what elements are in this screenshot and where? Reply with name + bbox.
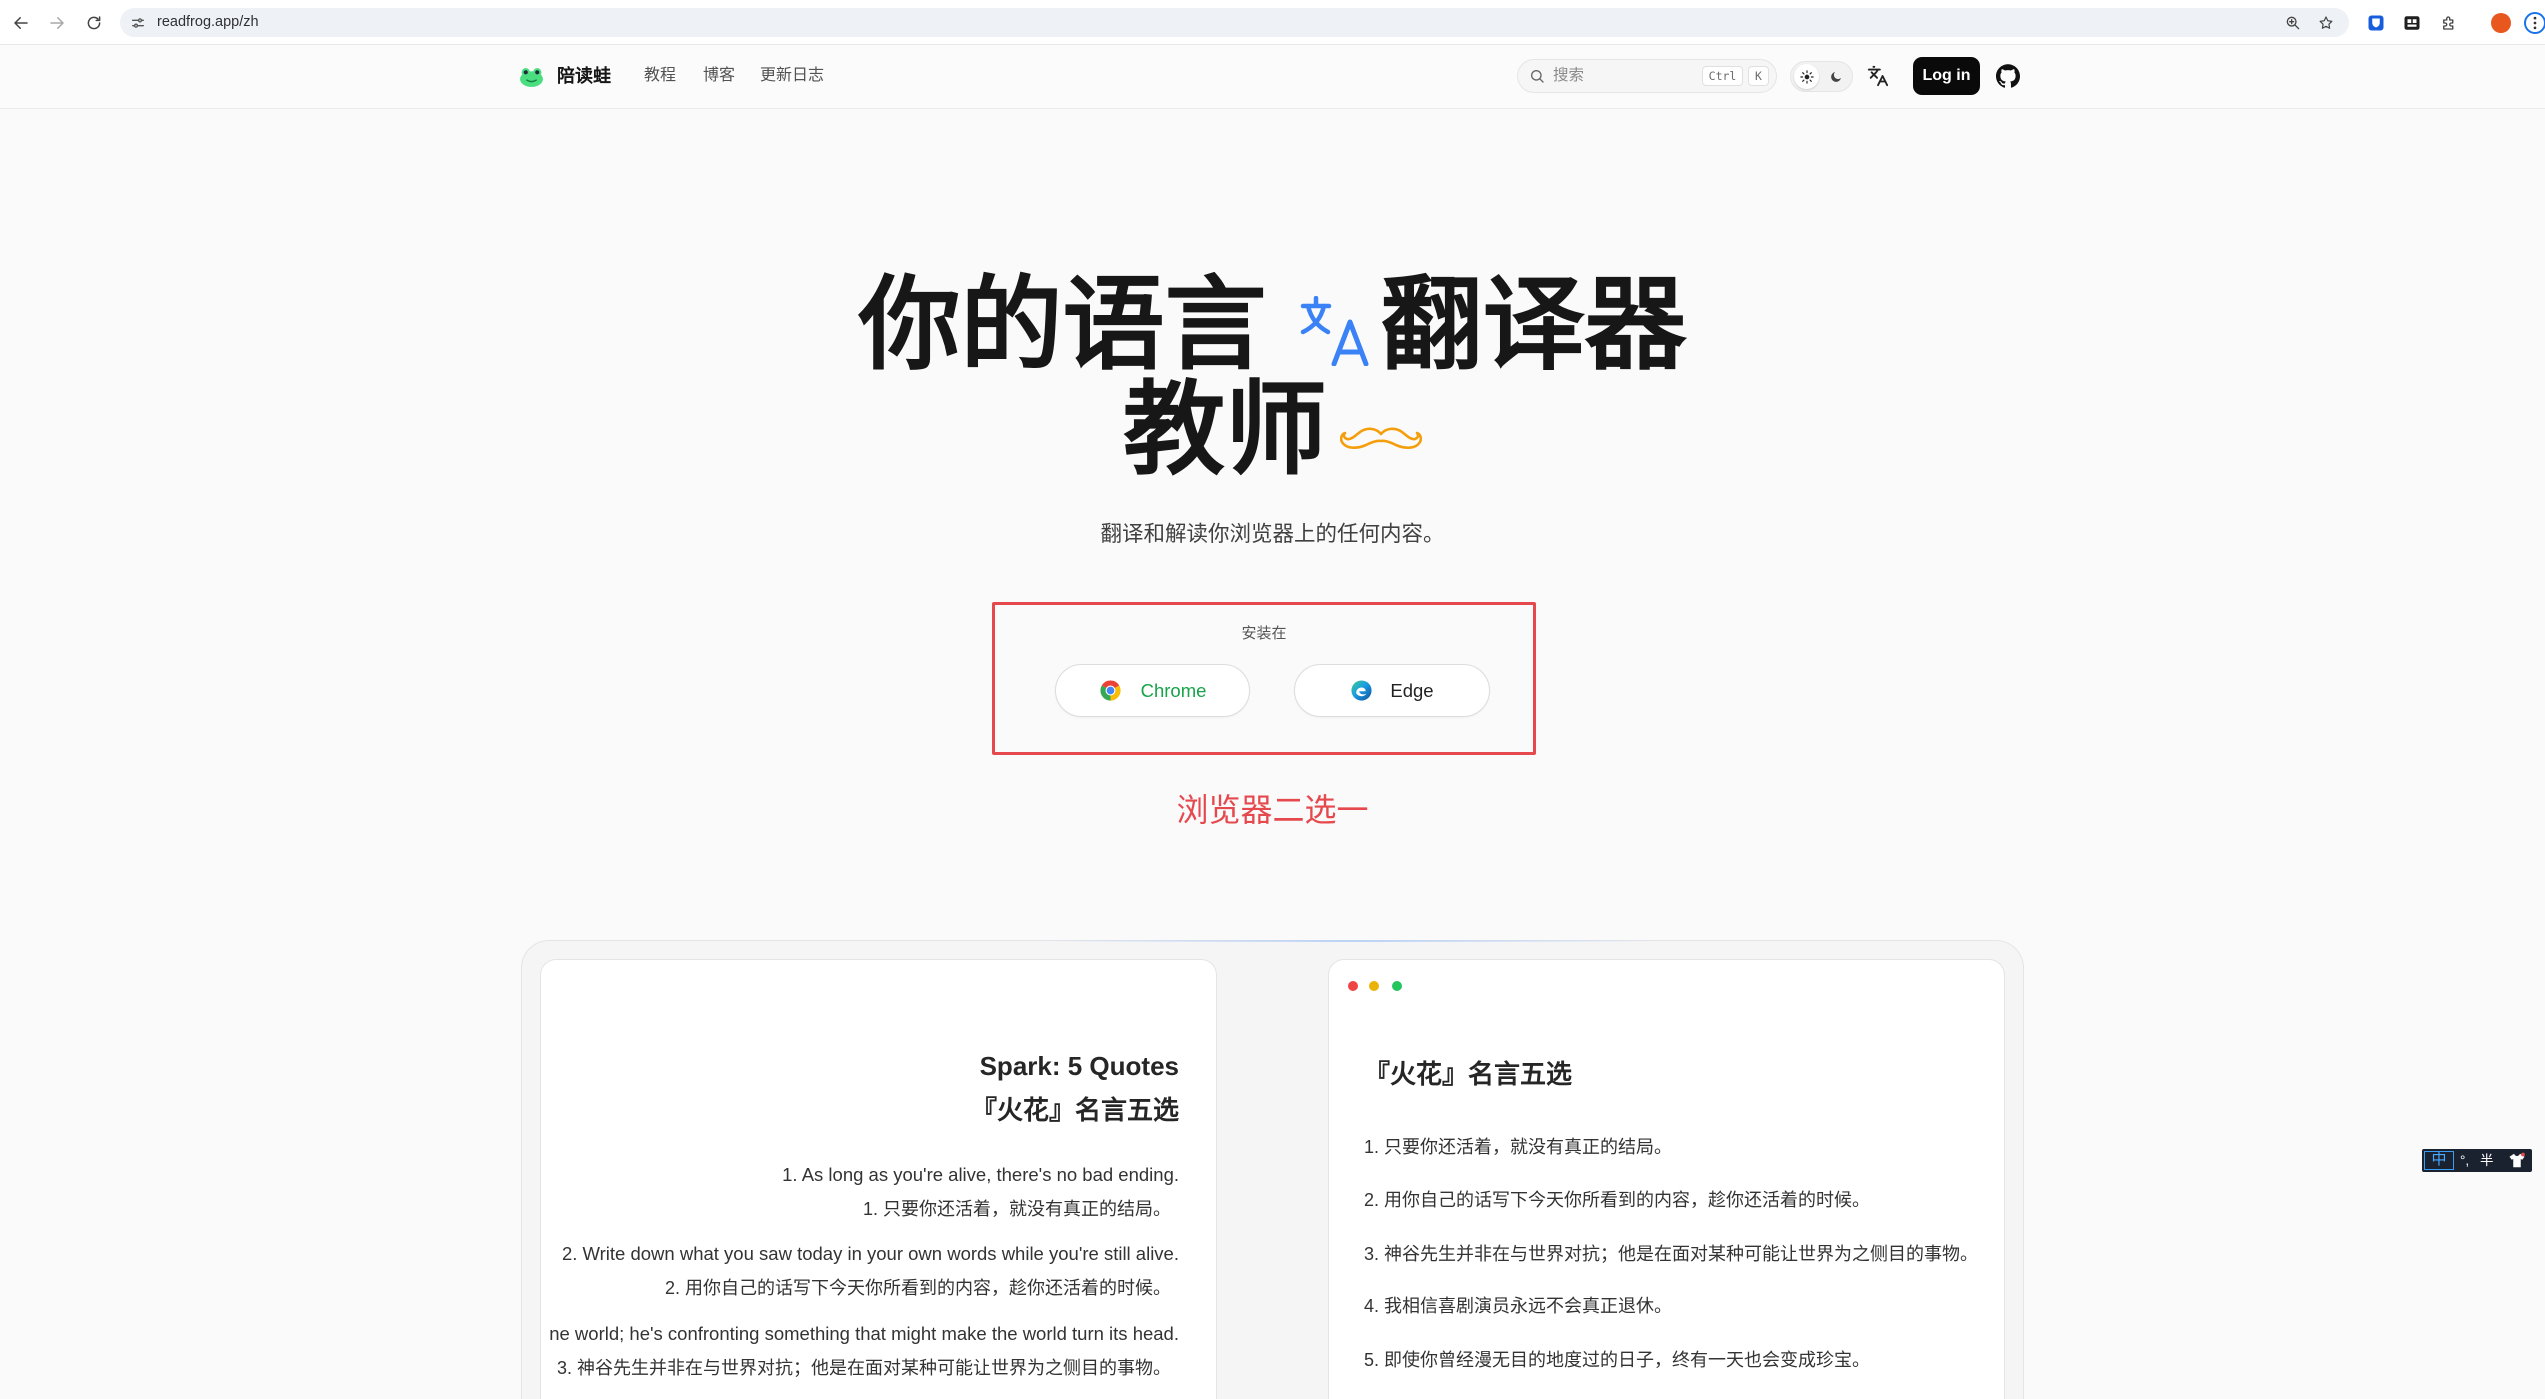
theme-light-option[interactable]: [1794, 64, 1819, 89]
original-line-2-en: 2. Write down what you saw today in your…: [561, 1243, 1179, 1264]
languages-icon[interactable]: [1867, 65, 1889, 87]
demo-card-glow: [1042, 940, 1662, 942]
install-edge-button[interactable]: Edge: [1294, 664, 1490, 717]
forward-icon[interactable]: [48, 14, 66, 32]
ime-punctuation-toggle[interactable]: °,: [2460, 1149, 2469, 1172]
original-line-2-zh: 2. 用你自己的话写下今天你所看到的内容，趁你还活着的时候。: [664, 1278, 1171, 1298]
shortcut-key-k: K: [1748, 66, 1769, 86]
window-close-dot: [1348, 981, 1358, 991]
install-chrome-button[interactable]: Chrome: [1055, 664, 1250, 717]
translated-item-2: 2. 用你自己的话写下今天你所看到的内容，趁你还活着的时候。: [1364, 1190, 1871, 1210]
install-label: 安装在: [1241, 625, 1287, 642]
ime-width-toggle[interactable]: 半: [2480, 1149, 2494, 1172]
translated-item-3: 3. 神谷先生并非在与世界对抗；他是在面对某种可能让世界为之侧目的事物。: [1364, 1244, 1979, 1264]
star-icon[interactable]: [2318, 15, 2334, 31]
extension-icon[interactable]: [2403, 14, 2421, 32]
original-line-3-zh: 3. 神谷先生并非在与世界对抗；他是在面对某种可能让世界为之侧目的事物。: [556, 1358, 1171, 1378]
original-line-3-en: ne world; he's confronting something tha…: [549, 1323, 1179, 1344]
window-minimize-dot: [1369, 981, 1379, 991]
login-button[interactable]: Log in: [1913, 57, 1980, 95]
hero-title-translator: 翻译器: [1380, 268, 1687, 382]
hero-title-your-language: 你的语言: [858, 268, 1267, 382]
browser-toolbar: readfrog.app/zh: [0, 0, 2545, 45]
original-line-1-en: 1. As long as you're alive, there's no b…: [782, 1164, 1179, 1185]
reload-icon[interactable]: [85, 14, 103, 32]
hero-subtitle: 翻译和解读你浏览器上的任何内容。: [1100, 522, 1445, 546]
hero-title-line-2: 教师: [0, 375, 2545, 485]
annotation-choose-browser: 浏览器二选一: [1176, 792, 1369, 828]
nav-link-changelog[interactable]: 更新日志: [760, 63, 824, 89]
translate-icon: [1300, 296, 1368, 366]
ime-mode-toggle[interactable]: 中: [2424, 1151, 2454, 1170]
window-maximize-dot: [1392, 981, 1402, 991]
chrome-logo-icon: [1100, 680, 1121, 701]
original-text-panel: Spark: 5 Quotes 『火花』名言五选 1. As long as y…: [540, 959, 1217, 1399]
search-placeholder: 搜索: [1553, 67, 1585, 84]
ime-skin-icon[interactable]: [2508, 1152, 2526, 1169]
install-section: 安装在 Chrome Edge: [992, 602, 1536, 755]
theme-toggle[interactable]: [1790, 61, 1853, 92]
brand-name[interactable]: 陪读蛙: [557, 63, 611, 89]
translated-item-5: 5. 即使你曾经漫无目的地度过的日子，终有一天也会变成珍宝。: [1364, 1350, 1871, 1370]
edge-label: Edge: [1390, 679, 1434, 701]
translated-item-1: 1. 只要你还活着，就没有真正的结局。: [1364, 1137, 1673, 1157]
search-button[interactable]: 搜索 Ctrl K: [1517, 59, 1777, 93]
original-title-en: Spark: 5 Quotes: [979, 1051, 1179, 1081]
profile-avatar[interactable]: [2491, 13, 2511, 33]
page: readfrog.app/zh 陪读蛙 教程 博客 更新日志 搜索 Ctrl K…: [0, 0, 2545, 1399]
original-line-1-zh: 1. 只要你还活着，就没有真正的结局。: [862, 1199, 1171, 1219]
shortcut-key-ctrl: Ctrl: [1702, 66, 1743, 86]
translated-item-4: 4. 我相信喜剧演员永远不会真正退休。: [1364, 1296, 1673, 1316]
moon-icon[interactable]: [1829, 70, 1843, 84]
edge-logo-icon: [1351, 680, 1372, 701]
translated-text-panel: 『火花』名言五选 1. 只要你还活着，就没有真正的结局。 2. 用你自己的话写下…: [1328, 959, 2005, 1399]
frog-logo-icon[interactable]: [519, 64, 544, 89]
address-url[interactable]: readfrog.app/zh: [157, 8, 259, 37]
site-settings-icon[interactable]: [130, 15, 146, 31]
search-icon: [1529, 68, 1545, 84]
site-header: 陪读蛙 教程 博客 更新日志 搜索 Ctrl K Log in: [0, 45, 2545, 109]
zoom-icon[interactable]: [2285, 15, 2301, 31]
nav-link-blog[interactable]: 博客: [703, 63, 735, 89]
hero-title-line-1: 你的语言 翻译器: [0, 270, 2545, 380]
chrome-label: Chrome: [1140, 679, 1207, 701]
ime-toolbar[interactable]: 中 °, 半: [2422, 1149, 2532, 1172]
puzzle-icon[interactable]: [2440, 14, 2458, 32]
github-icon[interactable]: [1996, 64, 2020, 88]
demo-card: Spark: 5 Quotes 『火花』名言五选 1. As long as y…: [521, 940, 2024, 1399]
nav-link-tutorials[interactable]: 教程: [644, 63, 676, 89]
address-bar[interactable]: readfrog.app/zh: [120, 8, 2349, 37]
sun-icon: [1799, 69, 1814, 84]
bitwarden-icon[interactable]: [2367, 14, 2385, 32]
hero-title-teacher: 教师: [1123, 373, 1327, 487]
mustache-icon: [1340, 427, 1422, 449]
original-title-zh: 『火花』名言五选: [970, 1095, 1179, 1125]
translated-title: 『火花』名言五选: [1364, 1059, 1573, 1089]
back-icon[interactable]: [12, 14, 30, 32]
menu-icon[interactable]: [2524, 12, 2545, 34]
